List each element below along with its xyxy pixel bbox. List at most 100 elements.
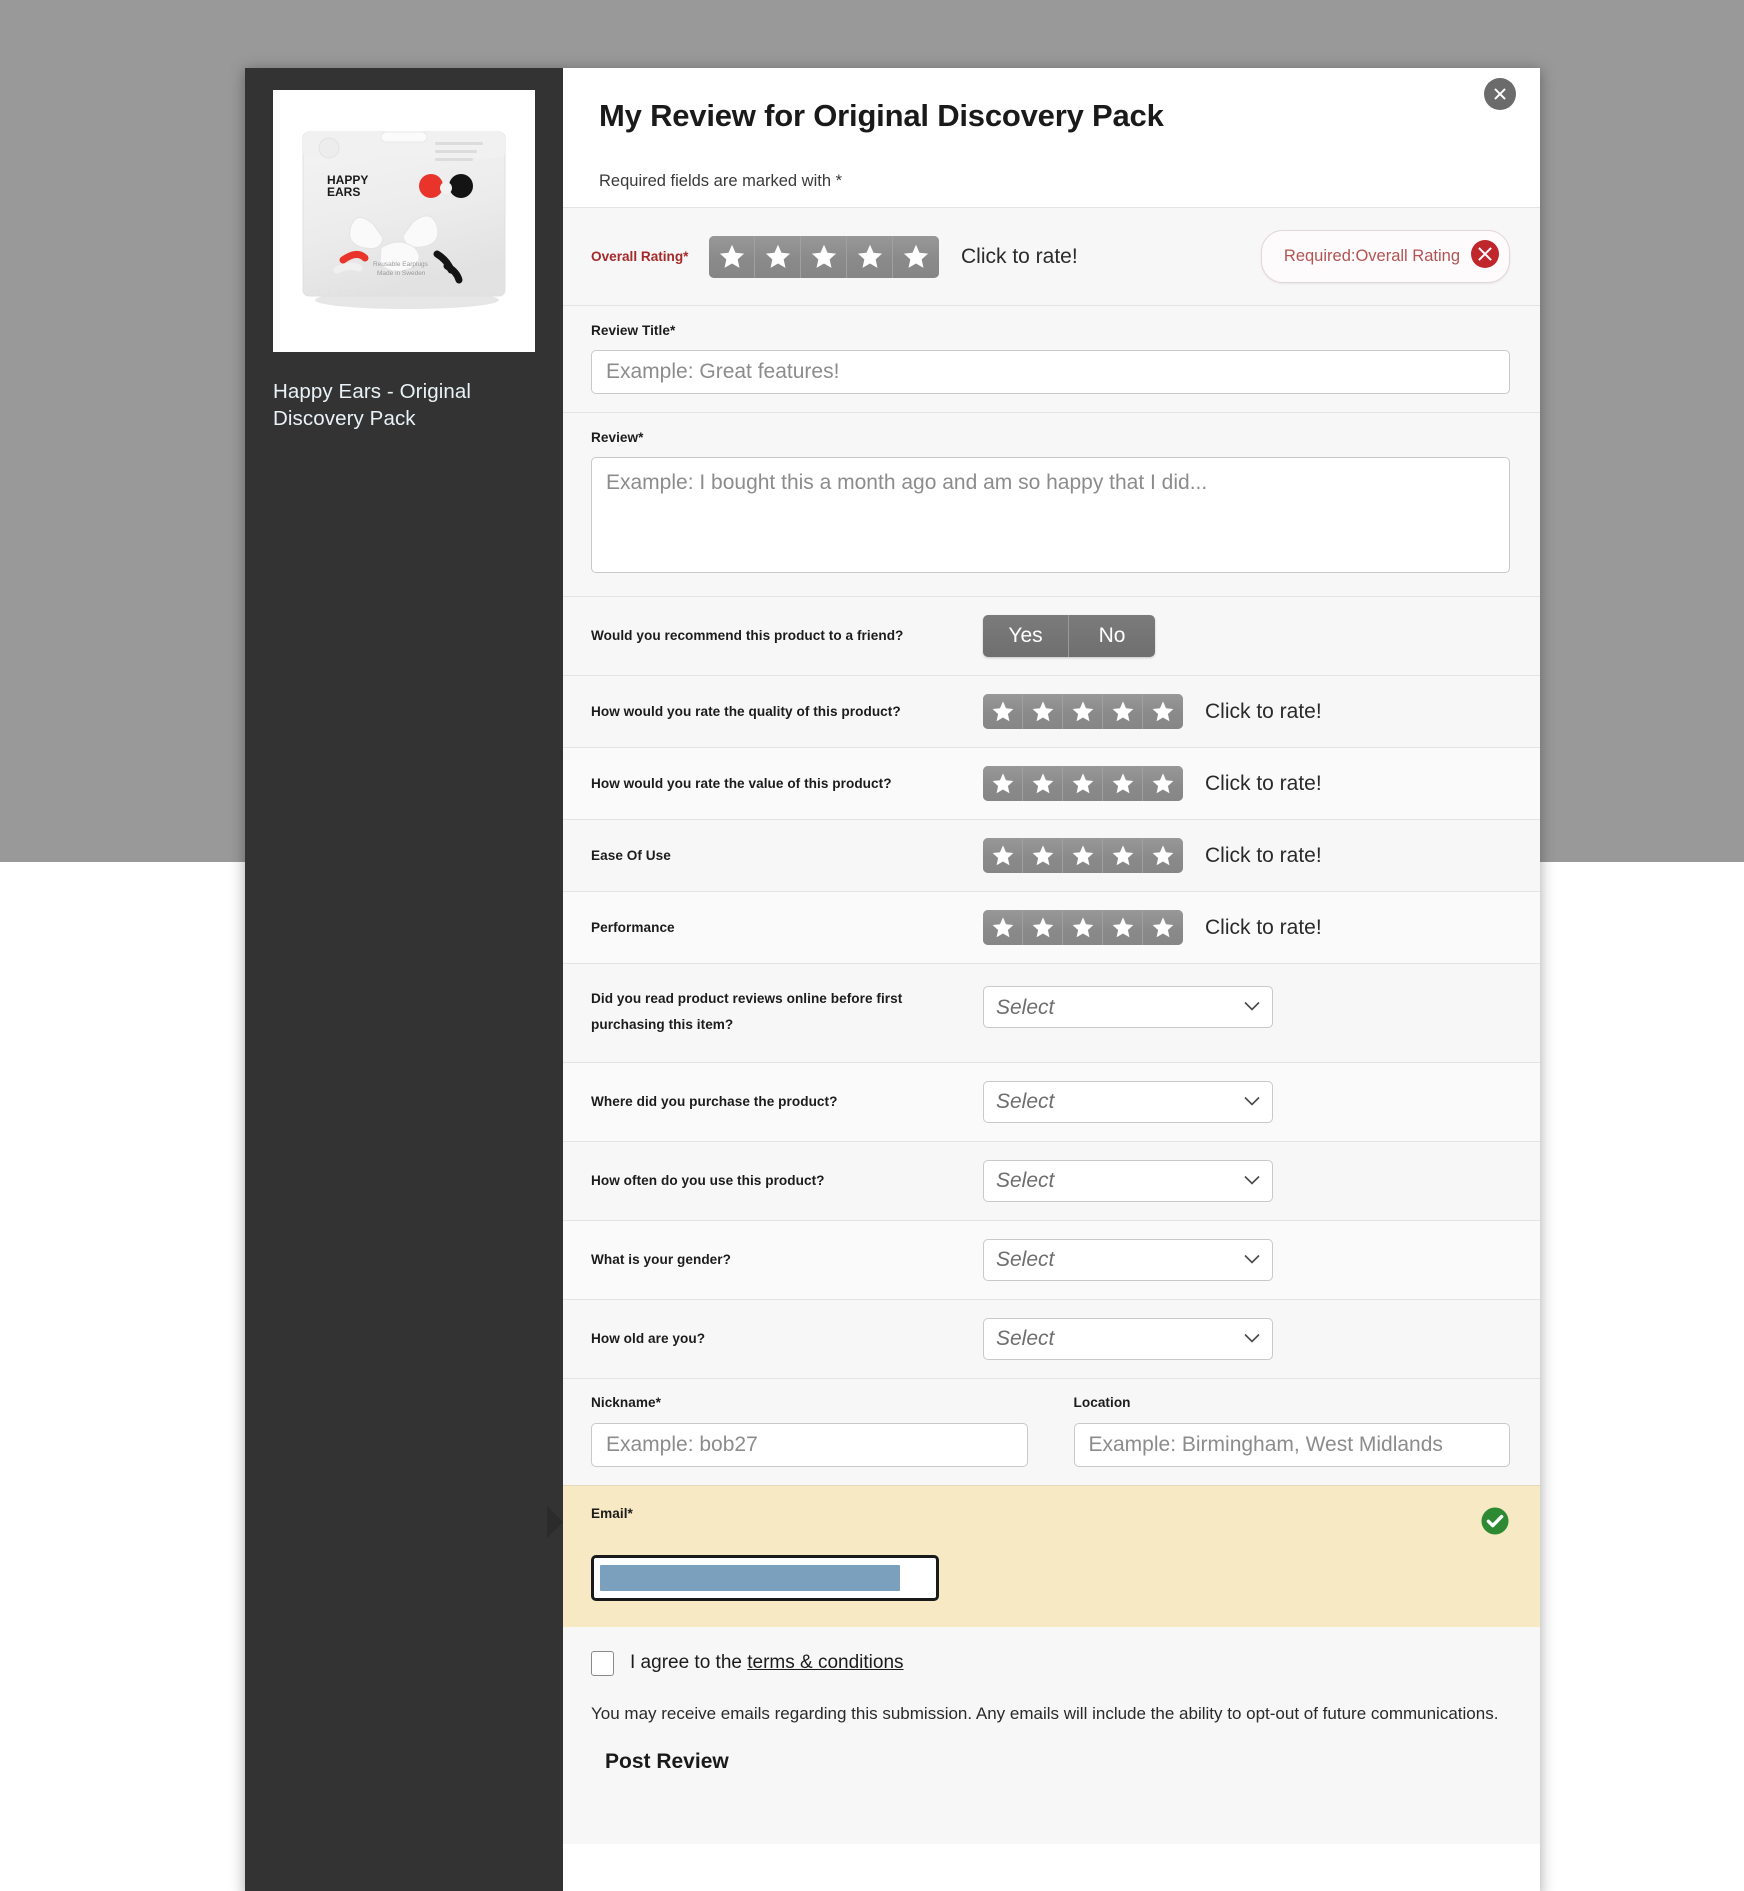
select-age-label: How old are you?: [591, 1330, 706, 1346]
star-2-icon[interactable]: [1023, 910, 1063, 945]
rating-quality-control: Click to rate!: [983, 694, 1322, 729]
product-photo-svg: HAPPY EARS Reusable Earplugs Made in Swe…: [285, 114, 523, 328]
rating-ease-of-use-control: Click to rate!: [983, 838, 1322, 873]
overall-rating-error-text: Required:Overall Rating: [1283, 247, 1460, 265]
review-body-label-wrap: Review*: [563, 413, 1540, 447]
location-field: Location: [1073, 1394, 1510, 1467]
star-1-icon[interactable]: [983, 838, 1023, 873]
star-1-icon[interactable]: [983, 694, 1023, 729]
nickname-input[interactable]: [591, 1422, 1028, 1467]
required-fields-note: Required fields are marked with *: [599, 172, 843, 190]
email-section: Email*: [547, 1484, 1540, 1627]
select-row-age: How old are you? Select: [563, 1298, 1540, 1378]
product-title: Happy Ears - Original Discovery Pack: [273, 380, 472, 431]
star-2-icon[interactable]: [755, 235, 801, 278]
overall-rating-error-badge: Required:Overall Rating: [1260, 230, 1510, 283]
overall-rating-row: Overall Rating* Click to rate! Required:…: [563, 207, 1540, 305]
nickname-label-wrap: Nickname*: [591, 1395, 1028, 1410]
close-icon[interactable]: [1484, 78, 1516, 110]
rating-ease-of-use-hint: Click to rate!: [1205, 843, 1322, 867]
star-2-icon[interactable]: [1023, 694, 1063, 729]
star-2-icon[interactable]: [1023, 838, 1063, 873]
rating-quality-stars[interactable]: [983, 694, 1183, 729]
star-2-icon[interactable]: [1023, 766, 1063, 801]
overall-rating-hint: Click to rate!: [961, 244, 1078, 268]
recommend-toggle-group: Yes No: [983, 615, 1155, 657]
svg-text:Reusable Earplugs: Reusable Earplugs: [373, 261, 429, 268]
star-5-icon[interactable]: [893, 235, 939, 278]
rating-performance-control: Click to rate!: [983, 910, 1322, 945]
overall-rating-label: Overall Rating: [591, 248, 684, 264]
star-4-icon[interactable]: [1103, 766, 1143, 801]
location-input[interactable]: [1073, 1422, 1510, 1467]
product-image: HAPPY EARS Reusable Earplugs Made in Swe…: [273, 90, 535, 352]
nickname-label: Nickname: [591, 1394, 656, 1410]
review-title-label-wrap: Review Title*: [563, 306, 1540, 340]
star-1-icon[interactable]: [983, 766, 1023, 801]
select-read-reviews[interactable]: Select: [983, 986, 1273, 1028]
star-5-icon[interactable]: [1143, 910, 1183, 945]
email-disclaimer: You may receive emails regarding this su…: [563, 1675, 1540, 1724]
select-usage-frequency-label: How often do you use this product?: [591, 1172, 825, 1188]
select-gender-label: What is your gender?: [591, 1251, 731, 1267]
email-required-mark: *: [627, 1505, 633, 1521]
select-age[interactable]: Select: [983, 1317, 1273, 1360]
star-3-icon[interactable]: [1063, 838, 1103, 873]
rating-ease-of-use-stars[interactable]: [983, 838, 1183, 873]
rating-value-stars[interactable]: [983, 766, 1183, 801]
recommend-no-button[interactable]: No: [1069, 615, 1155, 657]
recommend-control: Yes No: [983, 615, 1155, 657]
star-5-icon[interactable]: [1143, 694, 1183, 729]
select-age-box: Select: [983, 1317, 1273, 1360]
recommend-row: Would you recommend this product to a fr…: [563, 596, 1540, 675]
star-3-icon[interactable]: [1063, 766, 1103, 801]
post-review-button[interactable]: Post Review: [563, 1723, 1540, 1804]
review-body-label: Review: [591, 430, 639, 445]
page-title: My Review for Original Discovery Pack: [599, 98, 1164, 133]
select-usage-frequency[interactable]: Select: [983, 1159, 1273, 1202]
star-4-icon[interactable]: [1103, 694, 1143, 729]
rating-row-performance: Performance Click to rate!: [563, 891, 1540, 963]
nickname-location-row: Nickname* Location: [563, 1377, 1540, 1485]
star-4-icon[interactable]: [1103, 838, 1143, 873]
rating-row-value: How would you rate the value of this pro…: [563, 747, 1540, 819]
terms-text: I agree to the terms & conditions: [630, 1652, 904, 1674]
select-purchase-location-control: Select: [983, 1080, 1273, 1123]
rating-row-ease-of-use: Ease Of Use Click to rate!: [563, 819, 1540, 891]
terms-and-conditions-link[interactable]: terms & conditions: [747, 1652, 903, 1673]
review-title-input-wrap: [563, 340, 1540, 412]
rating-performance-hint: Click to rate!: [1205, 915, 1322, 939]
rating-value-control: Click to rate!: [983, 766, 1322, 801]
recommend-yes-button[interactable]: Yes: [983, 615, 1069, 657]
star-3-icon[interactable]: [801, 235, 847, 278]
location-label: Location: [1073, 1394, 1131, 1410]
select-purchase-location[interactable]: Select: [983, 1080, 1273, 1123]
overall-rating-stars[interactable]: [709, 235, 939, 278]
review-body-input-wrap: [563, 447, 1540, 596]
terms-checkbox[interactable]: [591, 1650, 614, 1676]
review-title-section: Review Title*: [563, 305, 1540, 412]
modal-header: My Review for Original Discovery Pack Re…: [563, 68, 1540, 207]
star-5-icon[interactable]: [1143, 838, 1183, 873]
star-1-icon[interactable]: [983, 910, 1023, 945]
review-title-input[interactable]: [591, 350, 1510, 394]
review-body-textarea[interactable]: [591, 457, 1510, 573]
select-read-reviews-label: Did you read product reviews online befo…: [591, 991, 903, 1032]
email-input[interactable]: [591, 1554, 939, 1601]
email-label: Email: [591, 1505, 628, 1521]
star-3-icon[interactable]: [1063, 910, 1103, 945]
star-1-icon[interactable]: [709, 235, 755, 278]
star-3-icon[interactable]: [1063, 694, 1103, 729]
rating-value-label: How would you rate the value of this pro…: [591, 775, 892, 791]
recommend-question: Would you recommend this product to a fr…: [591, 628, 904, 644]
select-gender[interactable]: Select: [983, 1238, 1273, 1281]
select-purchase-location-label: Where did you purchase the product?: [591, 1093, 838, 1109]
star-4-icon[interactable]: [1103, 910, 1143, 945]
rating-performance-stars[interactable]: [983, 910, 1183, 945]
star-4-icon[interactable]: [847, 235, 893, 278]
page-root: HAPPY EARS Reusable Earplugs Made in Swe…: [0, 0, 1744, 1891]
check-circle-icon: [1480, 1506, 1510, 1541]
terms-prefix: I agree to the: [630, 1652, 748, 1674]
select-gender-control: Select: [983, 1238, 1273, 1281]
star-5-icon[interactable]: [1143, 766, 1183, 801]
